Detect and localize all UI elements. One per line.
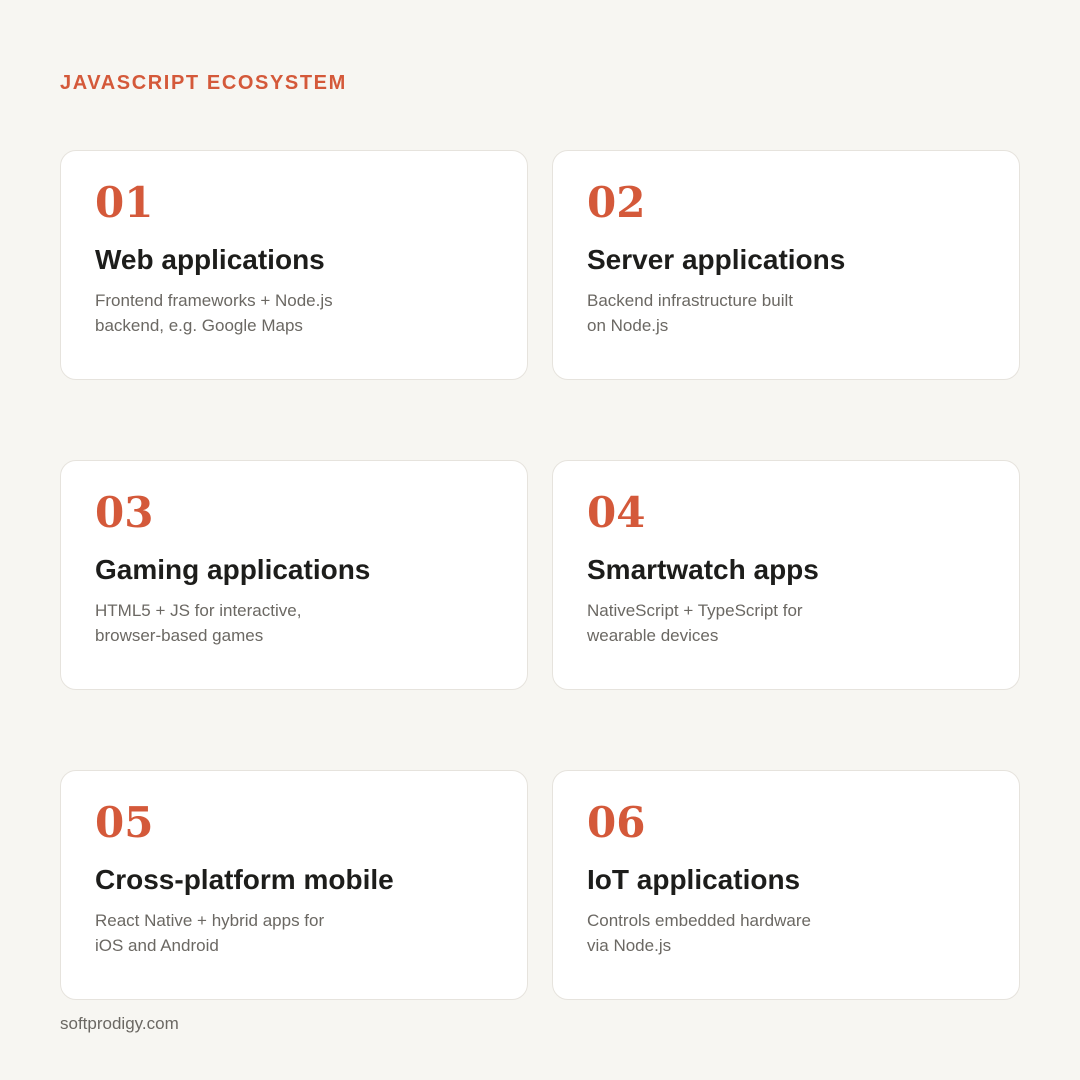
card-smartwatch-apps: 04 Smartwatch apps NativeScript + TypeSc… <box>552 460 1020 690</box>
card-server-applications: 02 Server applications Backend infrastru… <box>552 150 1020 380</box>
card-description-line: React Native + hybrid apps for <box>95 911 325 930</box>
card-number: 04 <box>587 488 646 537</box>
card-number: 02 <box>587 178 646 227</box>
card-cross-platform-mobile: 05 Cross-platform mobile React Native + … <box>60 770 528 1000</box>
card-description-line: iOS and Android <box>95 936 219 955</box>
card-description: NativeScript + TypeScript for wearable d… <box>587 598 847 648</box>
card-title: Server applications <box>587 244 846 275</box>
page-eyebrow-title: JAVASCRIPT ECOSYSTEM <box>60 72 347 94</box>
card-description-line: Controls embedded hardware <box>587 911 811 930</box>
card-number: 06 <box>587 798 646 847</box>
card-number: 05 <box>95 798 154 847</box>
card-description: React Native + hybrid apps for iOS and A… <box>95 908 355 958</box>
card-description: Frontend frameworks + Node.js backend, e… <box>95 288 355 338</box>
card-description: Controls embedded hardware via Node.js <box>587 908 847 958</box>
card-title: Gaming applications <box>95 554 371 585</box>
card-description-line: on Node.js <box>587 316 669 335</box>
card-description-line: wearable devices <box>587 626 719 645</box>
card-description-line: Frontend frameworks + Node.js <box>95 291 333 310</box>
card-title: Cross-platform mobile <box>95 864 394 895</box>
card-description-line: HTML5 + JS for interactive, <box>95 601 302 620</box>
card-description-line: via Node.js <box>587 936 672 955</box>
footer-source: softprodigy.com <box>60 1014 179 1033</box>
card-description: Backend infrastructure built on Node.js <box>587 288 847 338</box>
card-iot-applications: 06 IoT applications Controls embedded ha… <box>552 770 1020 1000</box>
card-gaming-applications: 03 Gaming applications HTML5 + JS for in… <box>60 460 528 690</box>
card-description-line: browser-based games <box>95 626 264 645</box>
card-number: 01 <box>95 178 154 227</box>
card-title: Smartwatch apps <box>587 554 819 585</box>
card-title: Web applications <box>95 244 325 275</box>
card-description: HTML5 + JS for interactive, browser-base… <box>95 598 355 648</box>
card-number: 03 <box>95 488 154 537</box>
card-title: IoT applications <box>587 864 801 895</box>
card-description-line: backend, e.g. Google Maps <box>95 316 303 335</box>
card-web-applications: 01 Web applications Frontend frameworks … <box>60 150 528 380</box>
card-grid: 01 Web applications Frontend frameworks … <box>60 150 1020 1000</box>
card-description-line: NativeScript + TypeScript for <box>587 601 803 620</box>
card-description-line: Backend infrastructure built <box>587 291 793 310</box>
